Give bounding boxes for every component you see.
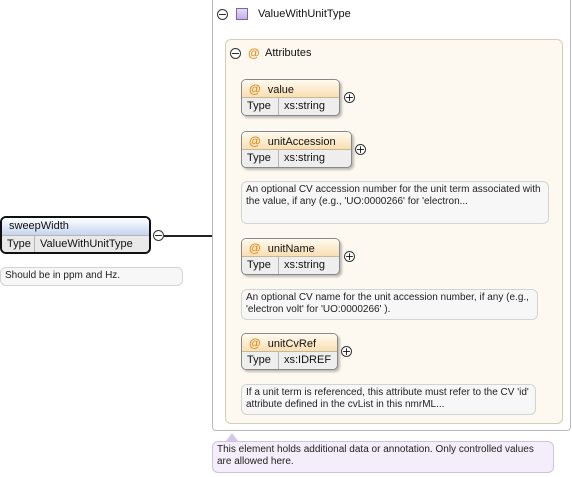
attribute-value[interactable]: @ value Type xs:string <box>241 79 340 116</box>
attributes-group-icon: @ <box>248 46 260 60</box>
complex-type-annotation: This element holds additional data or an… <box>212 441 554 473</box>
attribute-icon: @ <box>249 336 261 350</box>
expand-icon: + <box>344 91 355 104</box>
attribute-unitName-head: @ unitName <box>242 239 339 257</box>
attribute-unitAccession-expand-button[interactable]: + <box>355 144 366 155</box>
expand-icon: + <box>344 250 355 263</box>
attribute-type-value: xs:string <box>284 259 325 271</box>
element-annotation-text: Should be in ppm and Hz. <box>5 270 121 281</box>
attribute-type-row: Type xs:string <box>242 98 339 115</box>
complex-type-collapse-button[interactable]: − <box>217 9 228 20</box>
attribute-icon: @ <box>249 241 261 255</box>
attribute-unitAccession-annotation: An optional CV accession number for the … <box>241 181 549 224</box>
element-type-value: ValueWithUnitType <box>40 238 133 250</box>
attribute-value-head: @ value <box>242 80 339 98</box>
attribute-type-label: Type <box>242 257 279 274</box>
attribute-type-row: Type xs:IDREF <box>242 352 337 369</box>
element-connector-line <box>164 235 212 237</box>
attribute-value-expand-button[interactable]: + <box>344 92 355 103</box>
attribute-name: value <box>267 84 294 96</box>
annotation-text: If a unit term is referenced, this attri… <box>246 387 529 410</box>
attribute-name: unitCvRef <box>267 338 316 350</box>
attributes-collapse-button[interactable]: − <box>230 48 241 59</box>
element-name: sweepWidth <box>2 218 149 235</box>
annotation-text: An optional CV name for the unit accessi… <box>246 292 529 315</box>
expand-icon: + <box>341 345 352 358</box>
annotation-text: This element holds additional data or an… <box>217 444 534 467</box>
attributes-group-label: Attributes <box>265 47 312 59</box>
attribute-unitAccession-head: @ unitAccession <box>242 132 351 150</box>
attribute-unitAccession[interactable]: @ unitAccession Type xs:string <box>241 131 352 168</box>
attribute-icon: @ <box>249 82 261 96</box>
element-annotation: Should be in ppm and Hz. <box>0 267 183 286</box>
collapse-icon: − <box>217 8 228 21</box>
attribute-type-label: Type <box>242 150 279 167</box>
attribute-unitName-expand-button[interactable]: + <box>344 251 355 262</box>
collapse-icon: − <box>230 47 241 60</box>
attribute-unitCvRef-annotation: If a unit term is referenced, this attri… <box>241 384 536 415</box>
attribute-type-label: Type <box>242 352 279 369</box>
attribute-icon: @ <box>249 134 261 148</box>
annotation-text: An optional CV accession number for the … <box>246 184 541 207</box>
attribute-unitName-annotation: An optional CV name for the unit accessi… <box>241 289 538 320</box>
annotation-pointer <box>226 433 238 441</box>
expand-icon: + <box>355 143 366 156</box>
complex-type-name: ValueWithUnitType <box>258 8 351 20</box>
complex-type-icon <box>236 8 248 20</box>
collapse-icon: − <box>153 229 164 242</box>
attribute-unitCvRef-head: @ unitCvRef <box>242 334 337 352</box>
element-type-row: Type ValueWithUnitType <box>2 235 149 252</box>
attribute-unitCvRef[interactable]: @ unitCvRef Type xs:IDREF <box>241 333 338 370</box>
attribute-type-row: Type xs:string <box>242 257 339 274</box>
attribute-type-value: xs:string <box>284 152 325 164</box>
attribute-type-label: Type <box>242 98 279 115</box>
element-type-label: Type <box>2 236 35 252</box>
attribute-unitName[interactable]: @ unitName Type xs:string <box>241 238 340 275</box>
element-sweepWidth[interactable]: sweepWidth Type ValueWithUnitType <box>0 216 151 254</box>
attribute-type-row: Type xs:string <box>242 150 351 167</box>
attribute-type-value: xs:string <box>284 100 325 112</box>
attribute-unitCvRef-expand-button[interactable]: + <box>341 346 352 357</box>
element-collapse-button[interactable]: − <box>153 230 164 241</box>
attribute-type-value: xs:IDREF <box>284 354 332 366</box>
attribute-name: unitName <box>267 243 315 255</box>
attribute-name: unitAccession <box>267 136 336 148</box>
